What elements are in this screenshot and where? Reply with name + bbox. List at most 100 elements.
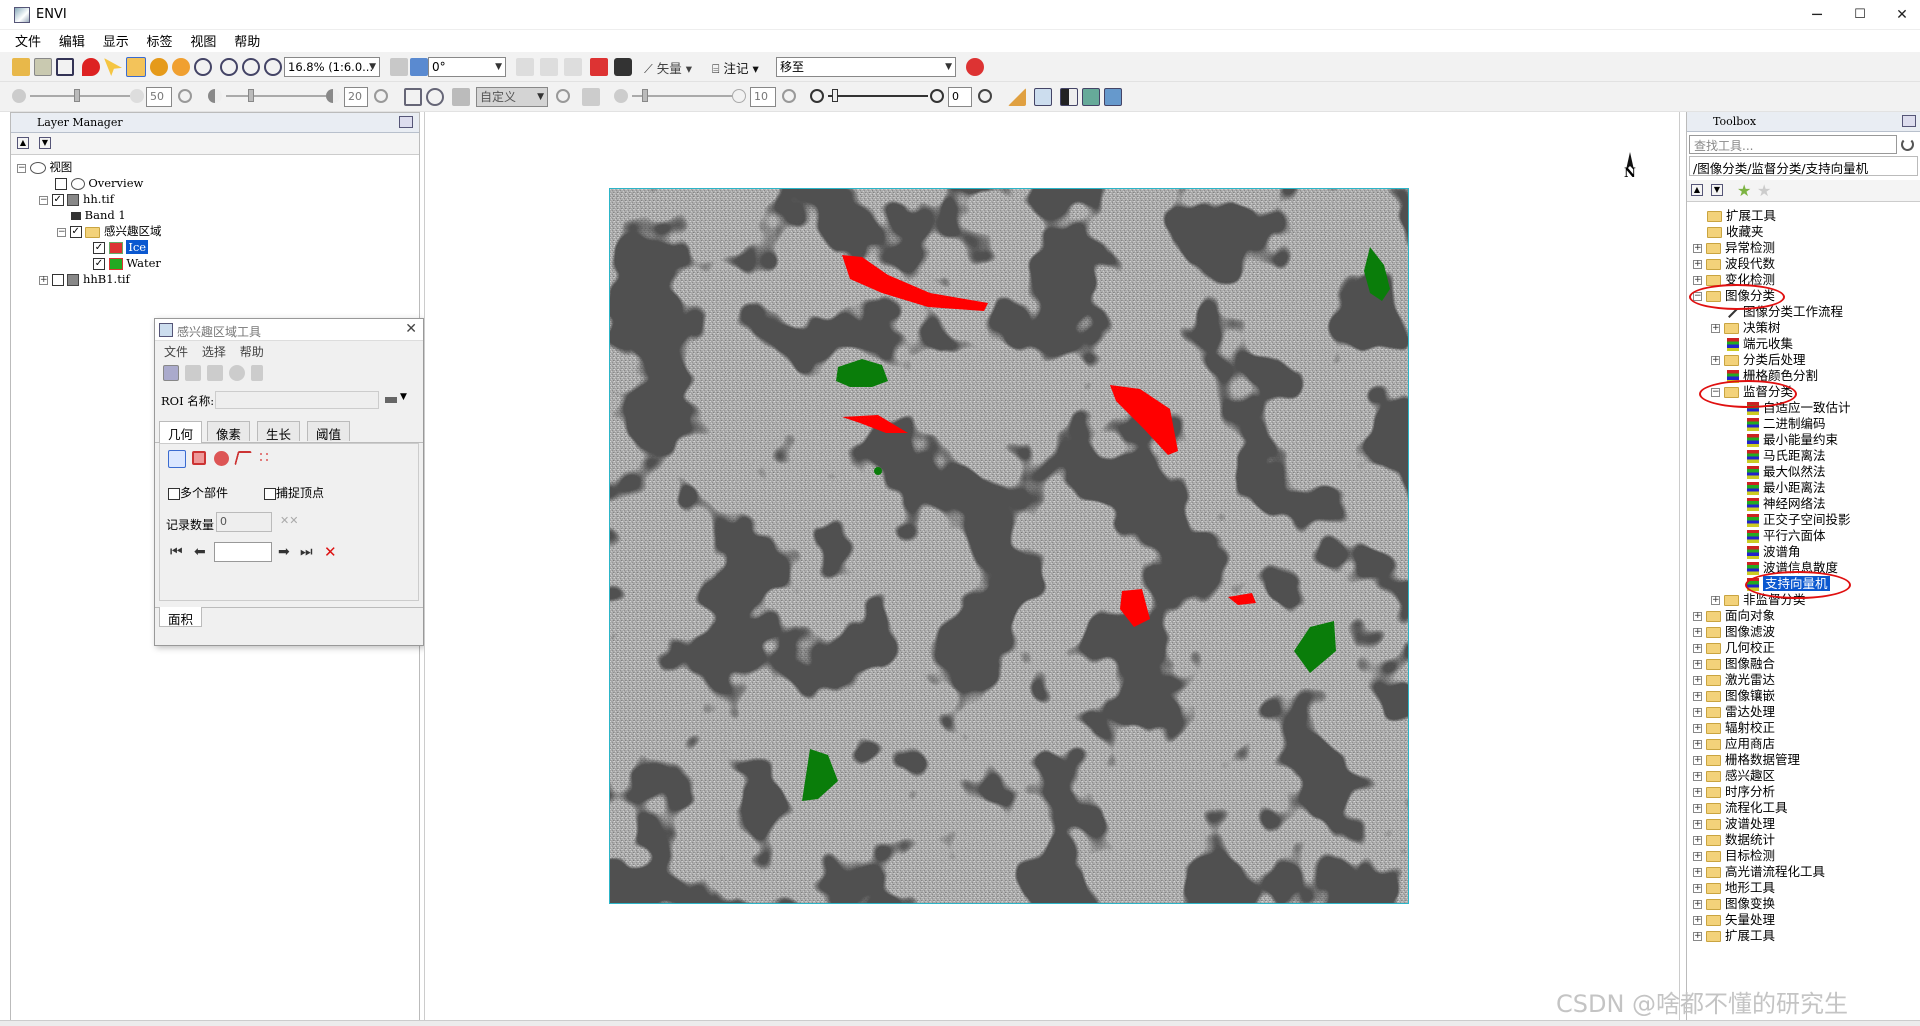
expand-icon[interactable]: + [1693,708,1702,717]
vector-menu[interactable]: ⟋ 矢量 ▾ [644,58,692,77]
duplicate-roi-icon[interactable] [207,365,223,381]
expand-all-icon[interactable]: ▼ [1711,184,1723,196]
toolbox-fusion[interactable]: + 图像融合 [1693,656,1775,672]
brightness-thumb[interactable] [74,89,80,102]
visibility-checkbox[interactable] [55,178,67,190]
polyline-tool-icon[interactable] [234,451,252,465]
toolbox-time-series[interactable]: + 时序分析 [1693,784,1775,800]
zoom-out-icon[interactable] [242,58,260,76]
expand-icon[interactable]: + [1693,804,1702,813]
multi-part-checkbox[interactable] [168,487,180,500]
layer-band-row[interactable]: Band 1 [71,207,126,223]
expand-icon[interactable]: + [1693,820,1702,829]
toolbox-hyperspectral-workflow[interactable]: + 高光谱流程化工具 [1693,864,1825,880]
layer-roi-group-row[interactable]: − ✓ 感兴趣区域 [57,223,161,239]
toolbox-min-distance[interactable]: 最小距离法 [1747,480,1826,496]
last-record-icon[interactable]: ⏭ [300,544,313,560]
prev-record-icon[interactable]: ⬅ [194,544,206,560]
expand-icon[interactable]: + [1693,900,1702,909]
new-roi-icon[interactable] [163,365,179,381]
polyline-icon[interactable] [564,58,582,76]
pin-icon[interactable] [399,116,413,128]
collapse-all-icon[interactable]: ▲ [17,137,29,149]
expand-icon[interactable]: + [1693,852,1702,861]
menu-display[interactable]: 显示 [96,32,136,52]
sharpen-value[interactable]: 0 [948,87,972,107]
brightness-slider[interactable] [30,95,130,97]
swipe-icon[interactable] [582,88,600,106]
toolbox-mosaic[interactable]: + 图像镶嵌 [1693,688,1775,704]
record-index-input[interactable] [214,542,272,562]
add-favorite-icon[interactable]: ★ [1737,181,1751,200]
reset-icon[interactable] [374,89,388,103]
toolbox-extension-tools[interactable]: 扩展工具 [1707,208,1776,224]
layout-icon[interactable] [1060,88,1078,106]
tab-geometry[interactable]: 几何 [159,421,203,443]
toolbox-geometric[interactable]: + 几何校正 [1693,640,1775,656]
visibility-checkbox[interactable]: ✓ [51,194,64,206]
rotate-right-icon[interactable] [410,58,428,76]
toolbox-roi[interactable]: + 感兴趣区 [1693,768,1775,784]
point-tool-icon[interactable] [258,451,272,465]
polygon-tool-icon[interactable] [168,450,186,468]
expand-icon[interactable]: + [1693,932,1702,941]
expand-icon[interactable]: + [1693,276,1702,285]
expand-icon[interactable]: + [1693,724,1702,733]
expand-icon[interactable]: + [1693,772,1702,781]
expand-icon[interactable]: + [1693,628,1702,637]
expand-icon[interactable]: + [1693,692,1702,701]
reset-icon[interactable] [978,89,992,103]
snap-vertex-checkbox[interactable] [264,487,276,500]
expand-icon[interactable]: + [1693,788,1702,797]
toolbox-sam[interactable]: 波谱角 [1747,544,1801,560]
toolbox-mahalanobis[interactable]: 马氏距离法 [1747,448,1826,464]
toolbox-decision-tree[interactable]: + 决策树 [1711,320,1780,336]
collapse-icon[interactable]: − [57,227,66,237]
ellipse-tool-icon[interactable] [214,451,229,466]
transparency-value[interactable]: 10 [750,87,776,107]
toolbox-radar[interactable]: + 雷达处理 [1693,704,1775,720]
expand-icon[interactable]: + [1693,868,1702,877]
ruler-icon[interactable] [1008,88,1026,106]
clear-records-icon[interactable]: ✕✕ [280,514,298,527]
tab-threshold[interactable]: 阈值 [307,421,351,442]
expand-icon[interactable]: + [1693,260,1702,269]
expand-icon[interactable]: + [1693,660,1702,669]
reset-icon[interactable] [782,89,796,103]
layer-hh-row[interactable]: − ✓ hh.tif [39,191,114,207]
roi-button-icon[interactable] [614,58,632,76]
toolbox-filter[interactable]: + 图像滤波 [1693,624,1775,640]
menu-file[interactable]: 文件 [8,32,48,52]
first-record-icon[interactable]: ⏮ [170,544,183,560]
expand-icon[interactable]: + [1693,756,1702,765]
zoom-full-icon[interactable] [264,58,282,76]
expand-icon[interactable]: + [1693,612,1702,621]
toolbox-terrain[interactable]: + 地形工具 [1693,880,1775,896]
next-record-icon[interactable]: ➡ [278,544,290,560]
toolbox-app-store[interactable]: + 应用商店 [1693,736,1775,752]
dialog-close-icon[interactable]: ✕ [405,321,417,337]
expand-icon[interactable]: + [1693,916,1702,925]
layer-view-row[interactable]: − 视图 [17,159,72,175]
toolbox-cem[interactable]: 最小能量约束 [1747,432,1838,448]
contrast-thumb[interactable] [248,89,254,102]
layer-water-row[interactable]: ✓ Water [93,255,161,271]
transparency-thumb[interactable] [642,89,648,102]
stretch-mode-icon[interactable] [452,88,470,106]
toolbox-transform[interactable]: + 图像变换 [1693,896,1775,912]
reset-icon[interactable] [178,89,192,103]
delete-record-icon[interactable]: ✕ [324,543,337,561]
expand-icon[interactable]: + [1693,244,1702,253]
collapse-icon[interactable]: − [17,163,26,173]
go-button-icon[interactable] [966,58,984,76]
image-view[interactable]: N [424,112,1680,1022]
tab-pixel[interactable]: 像素 [207,421,251,442]
collapse-all-icon[interactable]: ▲ [1691,184,1703,196]
brightness-value[interactable]: 50 [146,87,172,107]
remove-favorite-icon[interactable]: ★ [1757,181,1771,200]
open-file-icon[interactable] [12,58,30,76]
sar-image[interactable] [609,188,1409,904]
visibility-checkbox[interactable]: ✓ [93,258,105,270]
visibility-checkbox[interactable] [51,274,64,286]
menu-tags[interactable]: 标签 [140,32,180,52]
